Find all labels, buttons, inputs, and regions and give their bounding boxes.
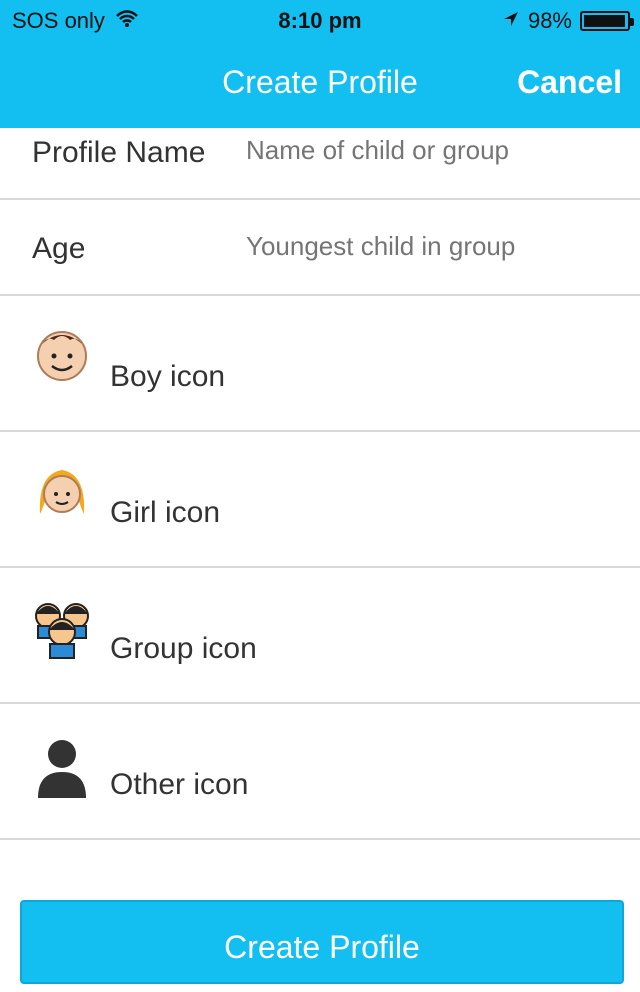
- group-icon: [32, 598, 92, 662]
- icon-option-other[interactable]: Other icon: [0, 704, 640, 840]
- battery-percent: 98%: [527, 8, 572, 33]
- profile-name-row: Profile Name: [0, 128, 640, 200]
- girl-icon: [32, 462, 92, 526]
- age-row: Age: [0, 200, 640, 296]
- create-profile-button[interactable]: Create Profile: [20, 900, 624, 984]
- girl-icon-label: Girl icon: [110, 496, 221, 529]
- icon-option-group[interactable]: Group icon: [0, 568, 640, 704]
- boy-icon: [32, 326, 92, 390]
- cancel-button[interactable]: Cancel: [517, 64, 622, 101]
- location-arrow-icon: [502, 8, 520, 34]
- person-silhouette-icon: [32, 734, 92, 798]
- status-bar: SOS only 8:10 pm 98%: [0, 0, 640, 40]
- boy-icon-label: Boy icon: [110, 360, 226, 393]
- age-field[interactable]: [244, 230, 608, 263]
- icon-option-boy[interactable]: Boy icon: [0, 296, 640, 432]
- battery-icon: [580, 11, 634, 31]
- profile-name-field[interactable]: [244, 134, 608, 167]
- header: SOS only 8:10 pm 98% Create Profile Canc…: [0, 0, 640, 128]
- icon-option-girl[interactable]: Girl icon: [0, 432, 640, 568]
- other-icon-label: Other icon: [110, 768, 249, 801]
- age-label: Age: [32, 232, 86, 265]
- profile-name-label: Profile Name: [32, 136, 206, 169]
- group-icon-label: Group icon: [110, 632, 257, 665]
